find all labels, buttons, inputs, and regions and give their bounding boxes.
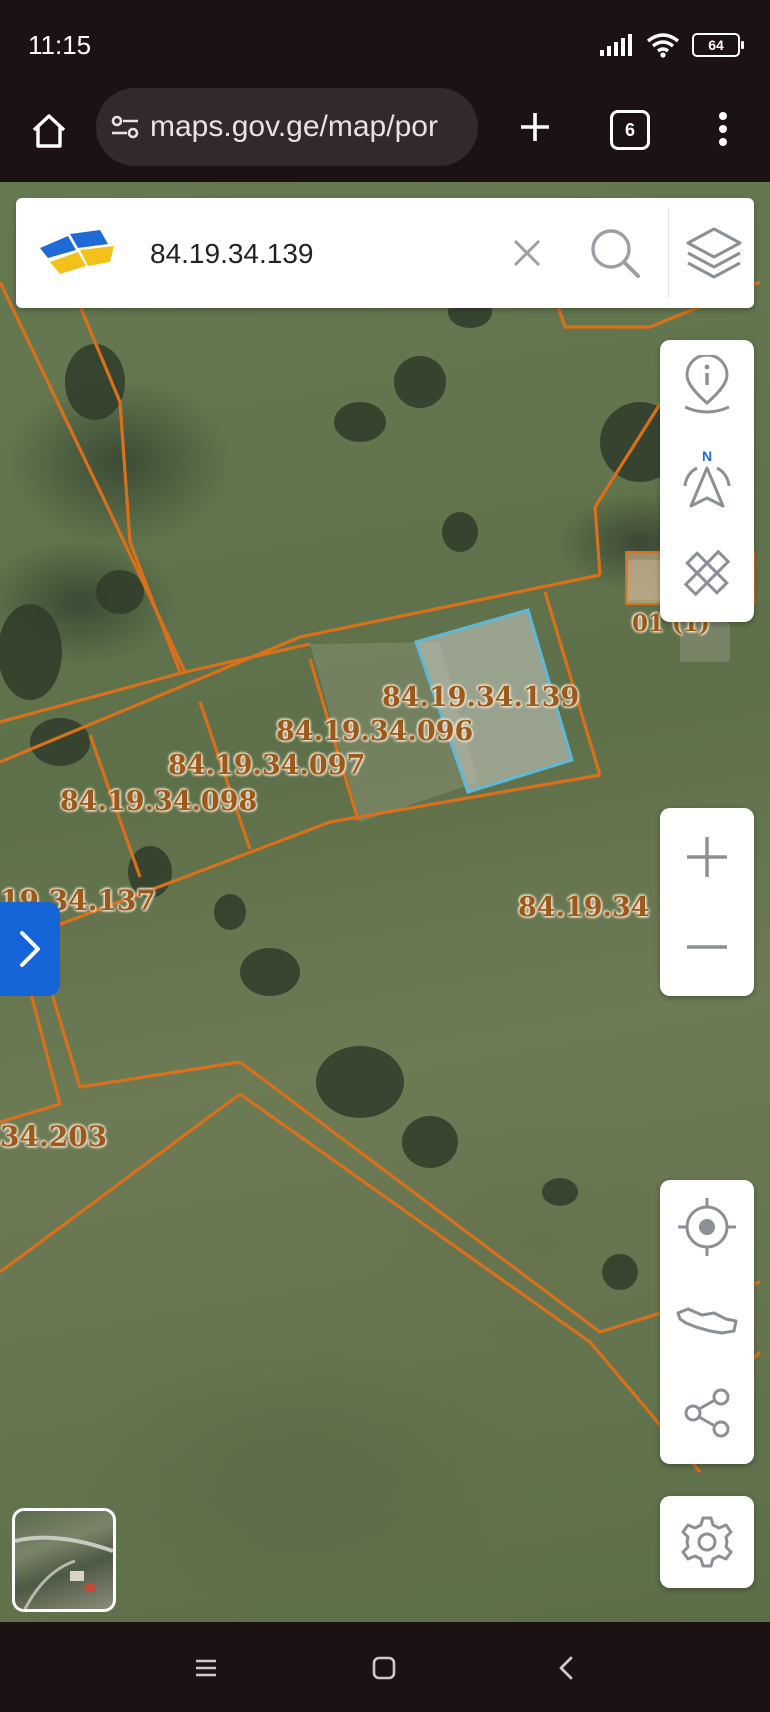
wifi-icon <box>646 33 680 58</box>
plus-icon <box>521 113 549 141</box>
zoom-in-icon <box>687 837 727 877</box>
measure-button[interactable] <box>660 530 754 616</box>
back-button[interactable] <box>544 1646 588 1690</box>
status-time: 11:15 <box>28 30 92 60</box>
zoom-panel <box>660 808 754 996</box>
parcel-label-139[interactable]: 84.19.34.139 <box>382 682 579 713</box>
share-button[interactable] <box>660 1370 754 1456</box>
share-icon <box>684 1388 730 1438</box>
zoom-out-button[interactable] <box>660 904 754 990</box>
tab-count: 6 <box>624 119 635 140</box>
clear-search-button[interactable] <box>504 230 550 276</box>
search-divider <box>668 208 669 298</box>
search-icon <box>591 229 640 278</box>
battery-icon: 64 <box>692 33 744 57</box>
georgia-map-icon <box>676 1307 738 1335</box>
zoom-in-button[interactable] <box>660 814 754 900</box>
search-panel <box>16 198 754 308</box>
my-location-button[interactable] <box>660 1184 754 1270</box>
gear-icon <box>681 1516 733 1568</box>
napr-logo-icon <box>40 230 114 274</box>
map-tools-panel: N <box>660 340 754 622</box>
recents-icon <box>196 1659 216 1677</box>
close-icon <box>513 239 541 267</box>
chevron-right-icon <box>20 931 40 967</box>
browser-toolbar: maps.gov.ge/map/por 6 <box>0 88 770 182</box>
settings-button[interactable] <box>660 1499 754 1585</box>
search-input[interactable] <box>148 228 482 280</box>
ruler-pencil-icon <box>683 549 731 597</box>
signal-icon <box>600 34 632 56</box>
zoom-out-icon <box>687 945 727 949</box>
new-tab-button[interactable] <box>510 102 560 152</box>
sidebar-toggle-button[interactable] <box>0 902 60 996</box>
status-icons: 64 <box>600 32 744 58</box>
svg-text:N: N <box>702 448 712 464</box>
my-location-icon <box>678 1198 736 1256</box>
status-bar: 11:15 64 <box>0 0 770 88</box>
country-extent-button[interactable] <box>660 1278 754 1364</box>
location-share-panel <box>660 1180 754 1464</box>
search-button[interactable] <box>586 224 644 282</box>
browser-menu-button[interactable] <box>708 104 738 154</box>
home-nav-button[interactable] <box>362 1646 406 1690</box>
more-vert-icon <box>719 112 727 146</box>
battery-level: 64 <box>708 37 724 53</box>
compass-north-icon: N <box>683 448 731 508</box>
layers-icon <box>686 227 742 279</box>
basemap-switcher[interactable] <box>12 1508 116 1612</box>
parcel-label-203[interactable]: 34.203 <box>0 1120 107 1153</box>
parcel-label-098[interactable]: 84.19.34.098 <box>60 786 257 817</box>
tune-icon[interactable] <box>110 114 140 140</box>
basemap-preview <box>15 1535 113 1609</box>
map-canvas[interactable]: 84.19.34.139 84.19.34.096 84.19.34.097 8… <box>0 182 770 1622</box>
address-bar[interactable]: maps.gov.ge/map/por <box>96 88 478 166</box>
parcel-label-east[interactable]: 84.19.34 <box>518 892 650 923</box>
layers-button[interactable] <box>682 222 746 284</box>
tabs-button[interactable]: 6 <box>610 110 650 150</box>
settings-panel <box>660 1496 754 1588</box>
url-text: maps.gov.ge/map/por <box>150 110 438 143</box>
home-square-icon <box>372 1656 396 1680</box>
parcel-label-096[interactable]: 84.19.34.096 <box>276 716 473 747</box>
info-button[interactable] <box>660 344 754 430</box>
compass-button[interactable]: N <box>660 438 754 524</box>
info-location-icon <box>684 355 730 414</box>
back-icon <box>559 1656 573 1680</box>
system-nav-bar <box>0 1622 770 1712</box>
home-button[interactable] <box>24 106 74 156</box>
recents-button[interactable] <box>184 1646 228 1690</box>
home-icon <box>32 114 66 148</box>
parcel-label-097[interactable]: 84.19.34.097 <box>168 750 365 781</box>
